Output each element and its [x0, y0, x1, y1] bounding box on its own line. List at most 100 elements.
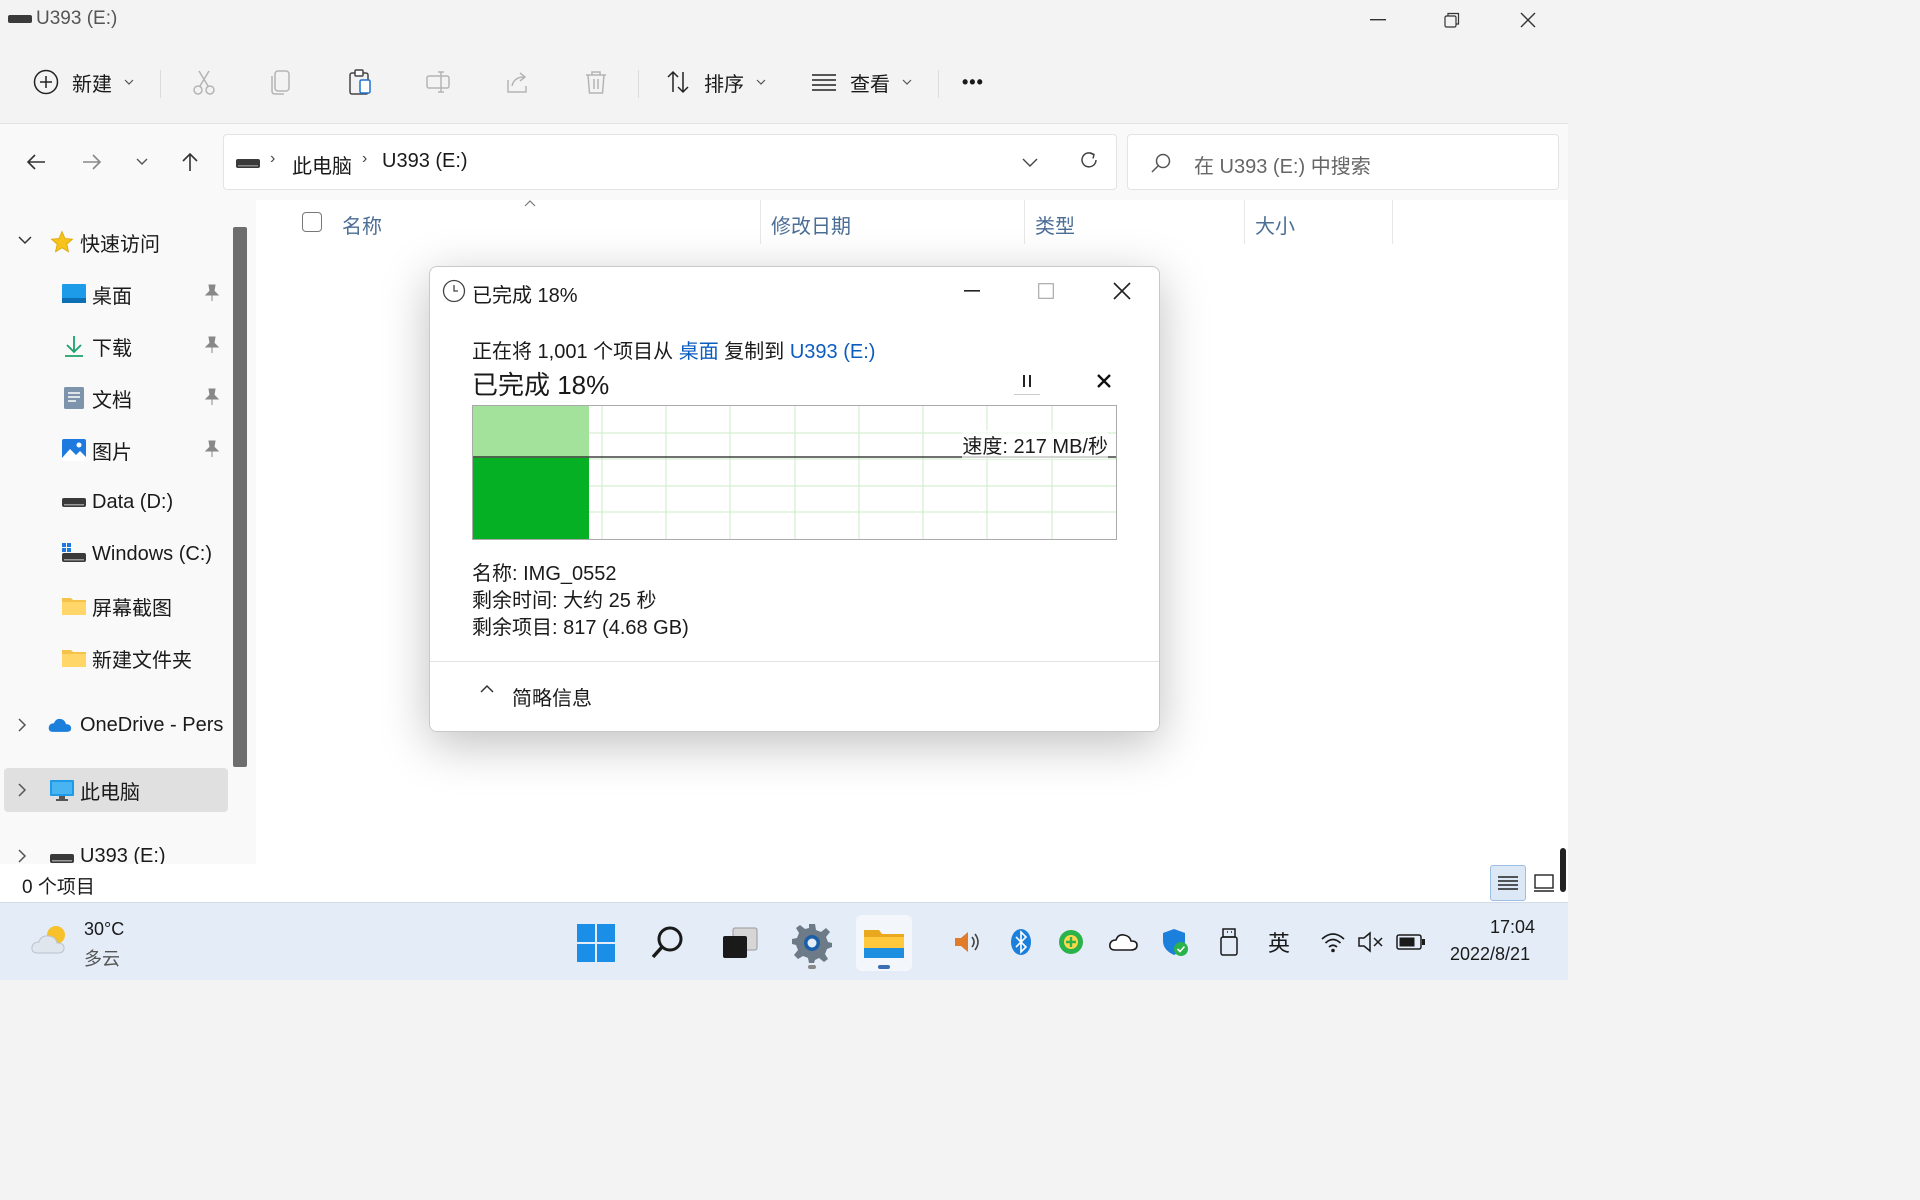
- pin-icon[interactable]: [204, 388, 220, 406]
- window-title: U393 (E:): [36, 8, 118, 29]
- cancel-copy-button[interactable]: [1090, 367, 1118, 395]
- weather-temperature[interactable]: 30°C: [84, 919, 124, 940]
- star-icon: [50, 230, 74, 253]
- column-divider: [760, 200, 761, 244]
- sidebar-usb-drive[interactable]: U393 (E:): [0, 834, 230, 864]
- clock-icon: [442, 279, 466, 303]
- sidebar-item-documents[interactable]: 文档: [0, 376, 230, 420]
- close-button[interactable]: [1490, 0, 1566, 40]
- divider: [160, 70, 161, 98]
- sidebar-scrollbar[interactable]: [233, 227, 247, 767]
- column-header-modified[interactable]: 修改日期: [771, 210, 851, 239]
- navigation-pane: 快速访问 桌面 下载 文档 图片 Data (D:) Windows (C:) …: [0, 200, 256, 864]
- file-explorer-app[interactable]: [856, 915, 912, 971]
- large-icons-view-button[interactable]: [1526, 865, 1562, 901]
- copy-button[interactable]: [268, 64, 296, 100]
- paste-button[interactable]: [346, 64, 374, 100]
- source-link[interactable]: 桌面: [679, 341, 719, 363]
- sidebar-item-new-folder[interactable]: 新建文件夹: [0, 636, 230, 680]
- breadcrumb-current[interactable]: U393 (E:): [382, 150, 468, 173]
- destination-link[interactable]: U393 (E:): [790, 341, 876, 363]
- chevron-down-icon: [1022, 158, 1038, 167]
- copy-icon: [271, 70, 290, 95]
- battery-level-icon: [1396, 934, 1425, 950]
- refresh-button[interactable]: [1078, 149, 1100, 176]
- restore-button[interactable]: [1414, 0, 1490, 40]
- pin-icon[interactable]: [204, 284, 220, 302]
- refresh-icon: [1081, 152, 1097, 168]
- sidebar-item-pictures[interactable]: 图片: [0, 428, 230, 472]
- new-button[interactable]: 新建: [32, 64, 134, 100]
- details-toggle[interactable]: 简略信息: [430, 661, 1159, 731]
- notification-edge[interactable]: [1560, 848, 1566, 892]
- weather-widget[interactable]: [30, 923, 74, 962]
- recent-locations-button[interactable]: [126, 146, 158, 178]
- windows-security-icon[interactable]: [1160, 927, 1190, 957]
- sort-ascending-icon: [524, 200, 536, 207]
- pictures-icon: [62, 439, 86, 461]
- input-method-indicator[interactable]: 英: [1264, 927, 1294, 957]
- cut-button[interactable]: [190, 64, 218, 100]
- volume-app-icon[interactable]: [952, 927, 982, 957]
- details-toggle-label: 简略信息: [512, 688, 592, 710]
- folder-icon: [62, 598, 86, 615]
- column-header-name[interactable]: 名称: [342, 210, 382, 239]
- security-app-icon[interactable]: [1056, 927, 1086, 957]
- more-options-button[interactable]: •••: [962, 64, 984, 100]
- select-all-checkbox[interactable]: [302, 212, 322, 232]
- cloud-icon: [1109, 934, 1138, 951]
- details-view-button[interactable]: [1490, 865, 1526, 901]
- dialog-close-button[interactable]: [1102, 275, 1142, 307]
- sidebar-this-pc[interactable]: 此电脑: [4, 768, 228, 812]
- sidebar-onedrive[interactable]: OneDrive - Pers: [0, 703, 230, 747]
- minimize-button[interactable]: [1340, 0, 1416, 40]
- sidebar-item-screenshots[interactable]: 屏幕截图: [0, 584, 230, 628]
- up-button[interactable]: [174, 146, 206, 178]
- column-header-size[interactable]: 大小: [1255, 210, 1295, 239]
- task-view-icon: [723, 927, 758, 958]
- usb-eject-icon[interactable]: [1214, 927, 1244, 957]
- rename-button[interactable]: [424, 64, 452, 100]
- settings-app[interactable]: [784, 915, 840, 971]
- sidebar-item-windows-drive[interactable]: Windows (C:): [0, 532, 230, 576]
- breadcrumb-this-pc[interactable]: 此电脑: [292, 150, 352, 179]
- search-box[interactable]: 在 U393 (E:) 中搜索: [1127, 134, 1559, 190]
- dialog-minimize-button[interactable]: [952, 275, 992, 307]
- status-bar: 0 个项目: [0, 864, 1568, 902]
- address-bar[interactable]: › 此电脑 › U393 (E:): [223, 134, 1117, 190]
- dialog-maximize-button[interactable]: [1026, 275, 1066, 307]
- task-view-button[interactable]: [712, 915, 768, 971]
- pin-icon[interactable]: [204, 440, 220, 458]
- time-remaining: 剩余时间: 大约 25 秒: [472, 590, 657, 612]
- chevron-down-icon: [756, 79, 766, 85]
- start-button[interactable]: [568, 915, 624, 971]
- column-header-type[interactable]: 类型: [1035, 210, 1075, 239]
- forward-button[interactable]: [76, 146, 108, 178]
- wifi-icon[interactable]: [1318, 927, 1348, 957]
- bluetooth-icon[interactable]: [1006, 927, 1036, 957]
- view-button[interactable]: 查看: [810, 64, 912, 100]
- clock-time[interactable]: 17:04: [1490, 917, 1535, 938]
- search-button[interactable]: [640, 915, 696, 971]
- sidebar-item-data-drive[interactable]: Data (D:): [0, 480, 230, 524]
- delete-button[interactable]: [582, 64, 610, 100]
- share-button[interactable]: [504, 64, 532, 100]
- pause-button[interactable]: [1014, 367, 1040, 395]
- pin-icon[interactable]: [204, 336, 220, 354]
- desktop-icon: [62, 284, 86, 303]
- sort-button[interactable]: 排序: [664, 64, 766, 100]
- details-view-icon: [1498, 876, 1518, 890]
- sidebar-item-label: 桌面: [92, 285, 132, 308]
- address-history-button[interactable]: [1022, 155, 1038, 173]
- battery-icon[interactable]: [1396, 927, 1426, 957]
- sidebar-quick-access[interactable]: 快速访问: [0, 220, 230, 264]
- sidebar-item-downloads[interactable]: 下载: [0, 324, 230, 368]
- back-button[interactable]: [20, 146, 52, 178]
- clock-date[interactable]: 2022/8/21: [1450, 944, 1530, 965]
- running-indicator: [808, 965, 816, 969]
- onedrive-tray-icon[interactable]: [1108, 927, 1138, 957]
- volume-muted-icon[interactable]: [1356, 927, 1386, 957]
- sidebar-item-desktop[interactable]: 桌面: [0, 272, 230, 316]
- weather-condition[interactable]: 多云: [84, 945, 120, 971]
- item-count: 0 个项目: [22, 877, 95, 898]
